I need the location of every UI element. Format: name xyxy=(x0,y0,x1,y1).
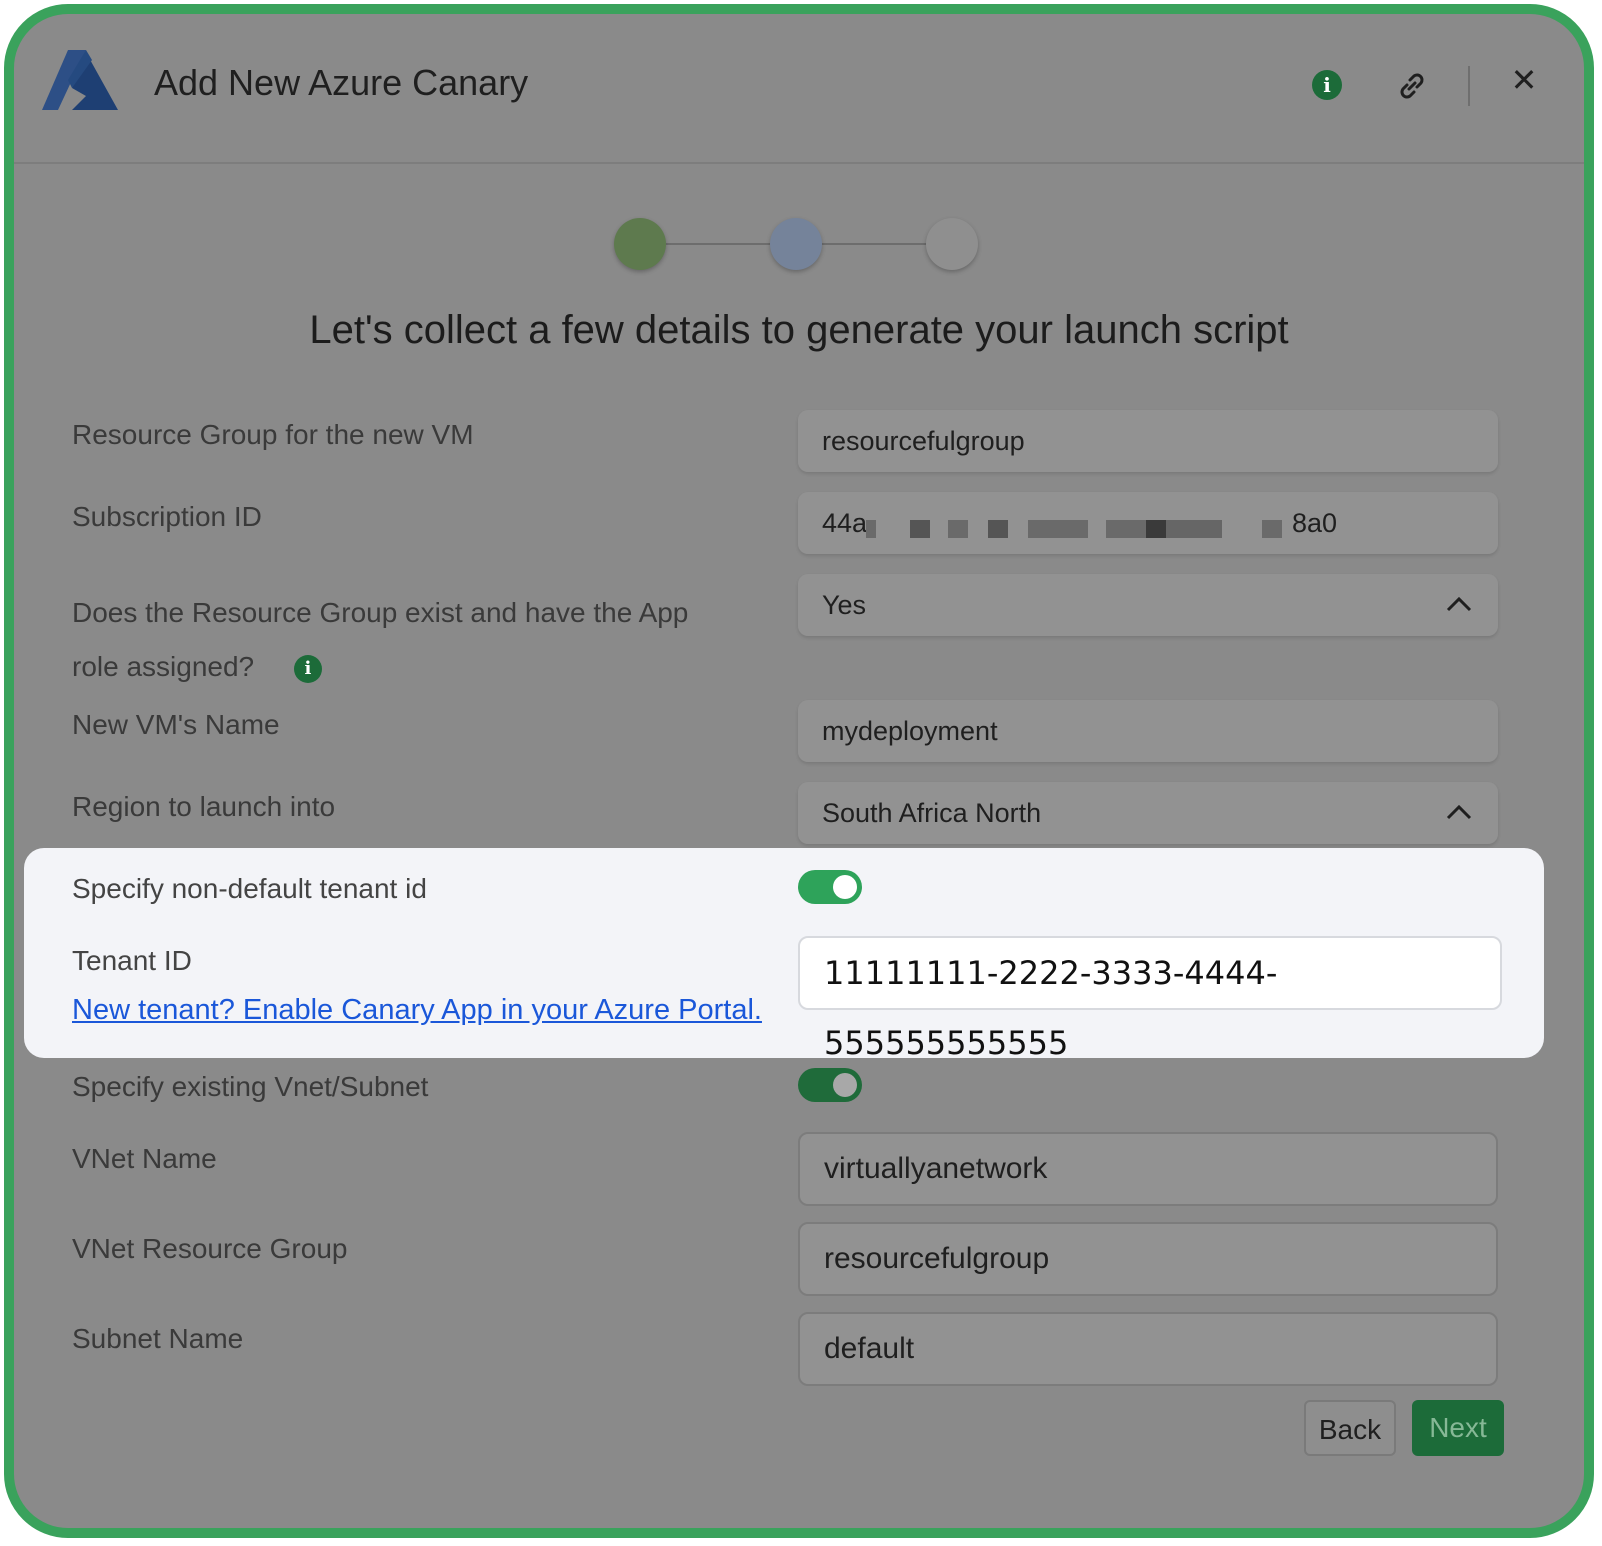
step-2-dot xyxy=(770,218,822,270)
toggle-knob xyxy=(833,875,857,899)
rg-exists-select[interactable]: Yes xyxy=(798,574,1498,636)
enable-canary-app-link[interactable]: New tenant? Enable Canary App in your Az… xyxy=(72,994,762,1027)
vnet-name-label: VNet Name xyxy=(72,1143,217,1174)
next-button[interactable]: Next xyxy=(1412,1400,1504,1456)
redacted-block xyxy=(1262,520,1282,538)
region-value: South Africa North xyxy=(822,798,1042,828)
vnet-rg-input[interactable]: resourcefulgroup xyxy=(798,1222,1498,1296)
page-headline: Let's collect a few details to generate … xyxy=(309,308,1289,352)
vm-name-input[interactable]: mydeployment xyxy=(798,700,1498,762)
rg-exists-label: Does the Resource Group exist and have t… xyxy=(72,586,688,694)
chevron-up-icon xyxy=(1446,804,1472,820)
step-1-dot xyxy=(614,218,666,270)
tenant-toggle[interactable] xyxy=(798,870,862,904)
azure-logo-icon xyxy=(42,50,118,110)
tenant-toggle-label: Specify non-default tenant id xyxy=(72,873,427,904)
vnet-rg-label: VNet Resource Group xyxy=(72,1233,348,1264)
link-icon[interactable] xyxy=(1394,68,1430,104)
vnet-toggle-label: Specify existing Vnet/Subnet xyxy=(72,1071,429,1102)
redacted-block xyxy=(1028,520,1088,538)
chevron-up-icon xyxy=(1446,596,1472,612)
info-icon[interactable]: i xyxy=(293,654,322,683)
close-icon[interactable]: ✕ xyxy=(1506,62,1542,98)
redacted-block xyxy=(988,520,1008,538)
modal-header: Add New Azure Canary i ✕ xyxy=(14,14,1584,164)
redacted-block xyxy=(1106,520,1146,538)
subscription-value-start: 44a xyxy=(822,508,868,538)
vnet-name-input[interactable]: virtuallyanetwork xyxy=(798,1132,1498,1206)
header-divider xyxy=(1468,66,1470,106)
region-select[interactable]: South Africa North xyxy=(798,782,1498,844)
resource-group-input[interactable]: resourcefulgroup xyxy=(798,410,1498,472)
progress-stepper xyxy=(614,214,994,274)
redacted-block xyxy=(866,520,876,538)
tenant-id-input[interactable]: 11111111-2222-3333-4444-555555555555 xyxy=(798,936,1502,1062)
redacted-block xyxy=(948,520,968,538)
resource-group-label: Resource Group for the new VM xyxy=(72,419,474,450)
info-icon[interactable]: i xyxy=(1312,70,1342,100)
tenant-section: Specify non-default tenant id Tenant ID … xyxy=(24,848,1544,1062)
modal-title: Add New Azure Canary xyxy=(154,62,529,103)
subscription-label: Subscription ID xyxy=(72,501,262,532)
step-connector xyxy=(666,243,770,245)
subscription-value-end: 8a0 xyxy=(1292,508,1338,538)
redacted-block xyxy=(1166,520,1222,538)
rg-exists-label-text: role assigned? xyxy=(72,651,255,682)
vm-name-label: New VM's Name xyxy=(72,709,280,740)
rg-exists-value: Yes xyxy=(822,590,867,620)
subnet-label: Subnet Name xyxy=(72,1323,244,1354)
subnet-input[interactable]: default xyxy=(798,1312,1498,1386)
tenant-id-label: Tenant ID xyxy=(72,945,192,976)
step-3-dot xyxy=(926,218,978,270)
redacted-block xyxy=(910,520,930,538)
vnet-toggle[interactable] xyxy=(798,1068,862,1102)
step-connector xyxy=(822,243,926,245)
subscription-input[interactable]: 44a 8a0 xyxy=(798,492,1498,554)
modal-frame: Add New Azure Canary i ✕ Let's collect a… xyxy=(4,4,1594,1538)
redacted-block xyxy=(1146,520,1166,538)
back-button[interactable]: Back xyxy=(1304,1400,1396,1456)
region-label: Region to launch into xyxy=(72,791,336,822)
rg-exists-label-line2: role assigned? i xyxy=(72,640,688,694)
toggle-knob xyxy=(833,1073,857,1097)
rg-exists-label-line1: Does the Resource Group exist and have t… xyxy=(72,597,689,628)
